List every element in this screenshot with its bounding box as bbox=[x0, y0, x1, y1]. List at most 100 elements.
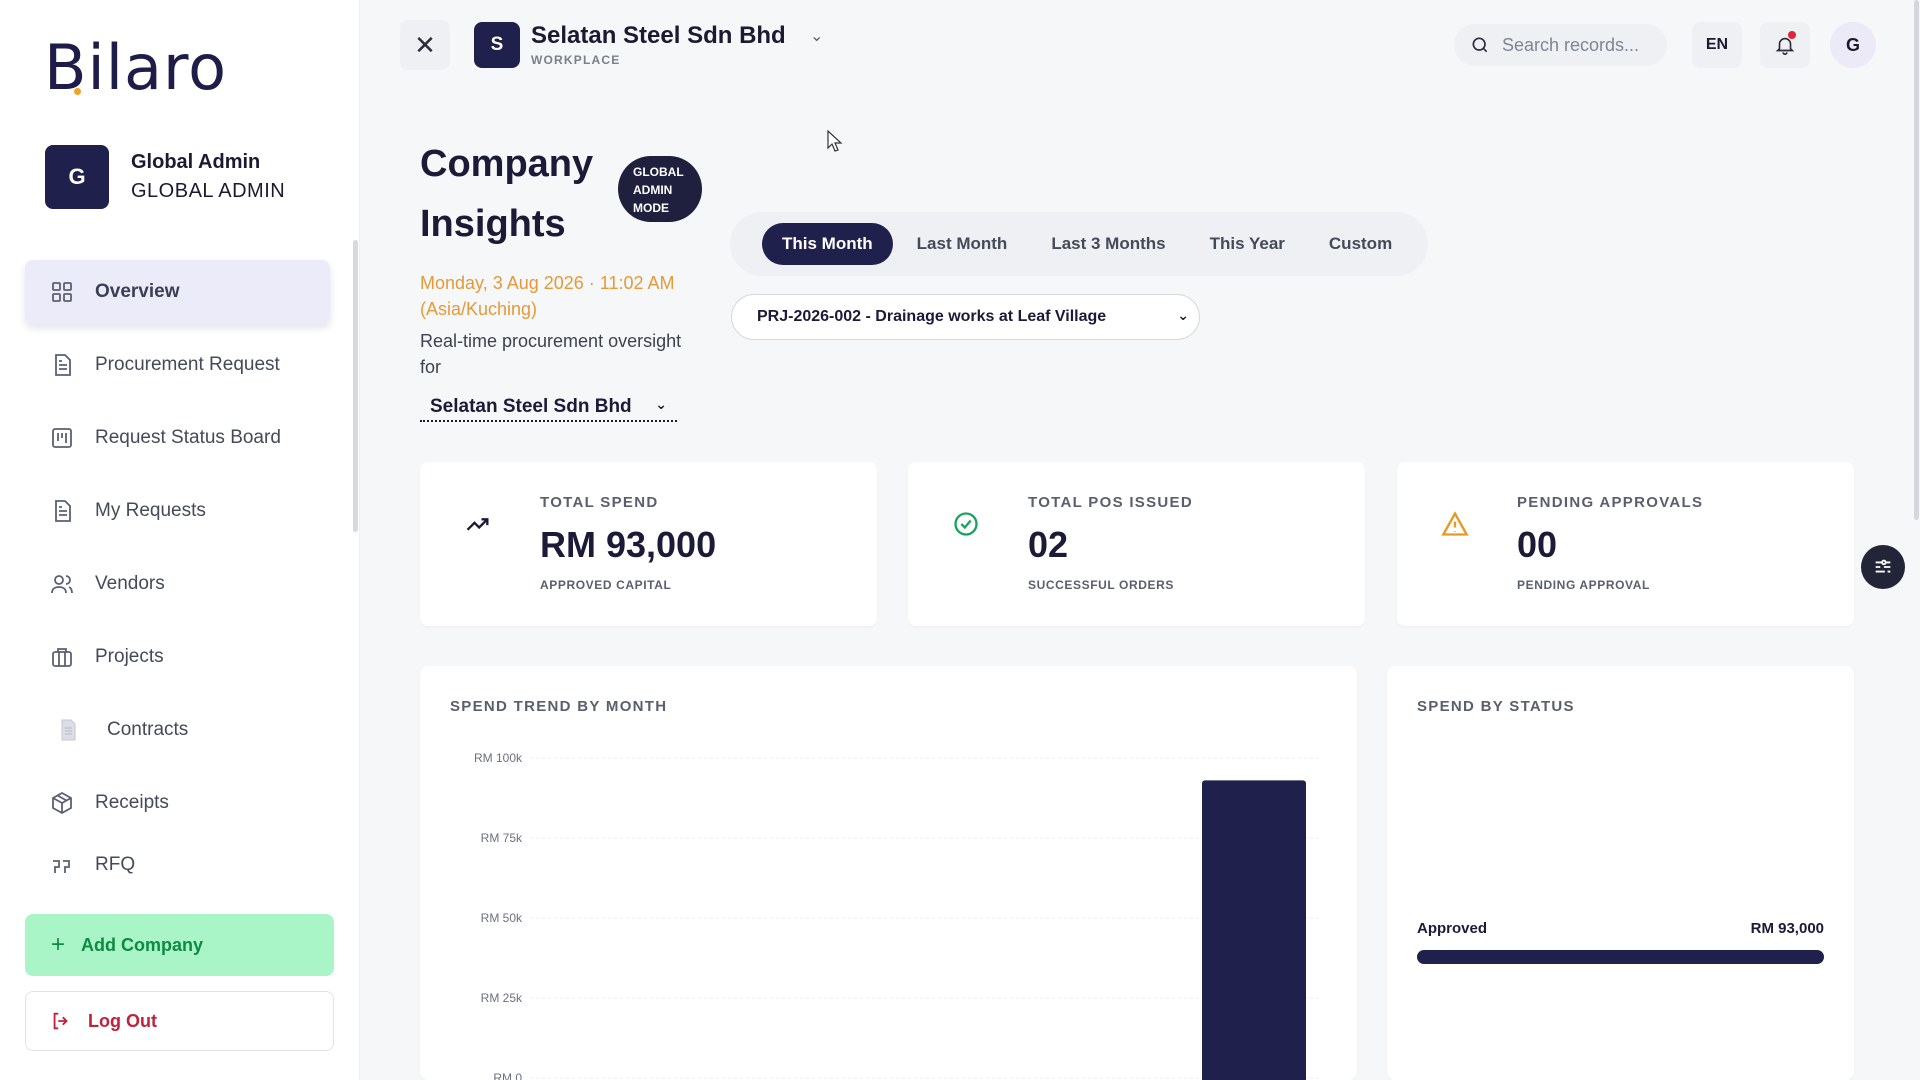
badge-line: MODE bbox=[633, 201, 669, 215]
project-select[interactable]: PRJ-2026-002 - Drainage works at Leaf Vi… bbox=[731, 294, 1200, 340]
sidebar-item-overview[interactable]: Overview bbox=[25, 260, 330, 324]
file-icon bbox=[55, 717, 81, 743]
trend-up-icon bbox=[466, 518, 489, 531]
tab-last-month[interactable]: Last Month bbox=[897, 223, 1028, 265]
profile-name: Global Admin bbox=[131, 151, 261, 173]
profile-avatar: G bbox=[45, 145, 109, 209]
badge-line: ADMIN bbox=[633, 183, 673, 197]
sidebar-item-label: RFQ bbox=[95, 854, 136, 875]
check-circle-icon bbox=[954, 512, 978, 536]
stat-card-pending-approvals: PENDING APPROVALS 00 PENDING APPROVAL bbox=[1397, 462, 1854, 626]
sidebar-item-label: Procurement Request bbox=[95, 354, 280, 375]
stat-value: 02 bbox=[1028, 524, 1069, 565]
sidebar-item-projects[interactable]: Projects bbox=[25, 625, 330, 689]
sidebar-item-request-status-board[interactable]: Request Status Board bbox=[25, 406, 330, 470]
tab-this-month[interactable]: This Month bbox=[762, 223, 893, 265]
logout-button[interactable]: Log Out bbox=[25, 991, 334, 1051]
sidebar-item-my-requests[interactable]: My Requests bbox=[25, 479, 330, 543]
status-progress-bar bbox=[1417, 950, 1824, 964]
add-company-button[interactable]: + Add Company bbox=[25, 914, 334, 976]
kanban-icon bbox=[49, 425, 75, 451]
sidebar-nav: Overview Procurement Request Request Sta… bbox=[25, 260, 330, 889]
stat-subtitle: APPROVED CAPITAL bbox=[540, 578, 672, 592]
sidebar-item-rfq[interactable]: RFQ bbox=[25, 844, 330, 880]
page-description: Real-time procurement oversight for bbox=[420, 331, 682, 377]
user-avatar[interactable]: G bbox=[1830, 22, 1876, 68]
stat-subtitle: PENDING APPROVAL bbox=[1517, 578, 1650, 592]
search-input[interactable]: Search records... bbox=[1454, 24, 1667, 66]
profile-role: GLOBAL ADMIN bbox=[131, 180, 286, 202]
user-profile: G Global Admin GLOBAL ADMIN bbox=[45, 145, 285, 209]
period-tabs: This Month Last Month Last 3 Months This… bbox=[730, 212, 1428, 276]
status-progress-fill bbox=[1417, 950, 1824, 964]
language-button[interactable]: EN bbox=[1692, 22, 1742, 68]
chevron-down-icon: ⌄ bbox=[1177, 307, 1189, 323]
logout-label: Log Out bbox=[88, 1010, 157, 1031]
status-title: SPEND BY STATUS bbox=[1417, 698, 1575, 715]
sidebar-item-label: Vendors bbox=[95, 573, 165, 594]
add-company-label: Add Company bbox=[81, 934, 204, 955]
search-placeholder: Search records... bbox=[1502, 34, 1640, 55]
sidebar-item-label: Receipts bbox=[95, 792, 169, 813]
sidebar-item-label: Contracts bbox=[107, 719, 189, 740]
stat-label: TOTAL POS ISSUED bbox=[1028, 494, 1193, 511]
spend-trend-chart: RM 100k RM 75k RM 50k RM 25k RM 0 bbox=[474, 751, 1322, 1080]
logo-accent-dot bbox=[74, 88, 81, 95]
close-button[interactable]: ✕ bbox=[400, 20, 450, 70]
sidebar-item-vendors[interactable]: Vendors bbox=[25, 552, 330, 616]
status-label: Approved bbox=[1417, 920, 1488, 937]
tab-custom[interactable]: Custom bbox=[1309, 223, 1412, 265]
stat-label: PENDING APPROVALS bbox=[1517, 494, 1704, 511]
sidebar-scrollbar[interactable] bbox=[353, 240, 358, 532]
y-tick-label: RM 100k bbox=[474, 751, 523, 765]
stat-card-total-pos: TOTAL POS ISSUED 02 SUCCESSFUL ORDERS bbox=[908, 462, 1365, 626]
tab-this-year[interactable]: This Year bbox=[1190, 223, 1305, 265]
badge-line: GLOBAL bbox=[633, 165, 684, 179]
sidebar-item-label: My Requests bbox=[95, 500, 206, 521]
y-tick-label: RM 0 bbox=[493, 1071, 522, 1080]
tab-last-3-months[interactable]: Last 3 Months bbox=[1031, 223, 1185, 265]
search-icon bbox=[1472, 37, 1488, 53]
grid-icon bbox=[49, 279, 75, 305]
plus-icon: + bbox=[51, 931, 66, 958]
y-tick-label: RM 75k bbox=[481, 831, 523, 845]
page-title: Company Insights bbox=[420, 143, 594, 245]
notifications-button[interactable] bbox=[1760, 22, 1810, 68]
stat-value: RM 93,000 bbox=[540, 524, 717, 565]
stat-card-total-spend: TOTAL SPEND RM 93,000 APPROVED CAPITAL bbox=[420, 462, 877, 626]
status-row-approved: Approved RM 93,000 bbox=[1417, 920, 1824, 937]
document-icon bbox=[49, 352, 75, 378]
quote-icon bbox=[49, 854, 75, 880]
mouse-cursor-icon bbox=[827, 130, 843, 152]
chevron-down-icon: ⌄ bbox=[655, 396, 667, 412]
workspace-name[interactable]: Selatan Steel Sdn Bhd bbox=[531, 22, 786, 50]
users-icon bbox=[49, 571, 75, 597]
filter-icon bbox=[1875, 559, 1891, 573]
notification-dot bbox=[1788, 31, 1796, 39]
company-select-value: Selatan Steel Sdn Bhd bbox=[430, 396, 632, 417]
sidebar: Bilaro G Global Admin GLOBAL ADMIN Overv… bbox=[0, 0, 360, 1080]
briefcase-icon bbox=[49, 644, 75, 670]
document-icon bbox=[49, 498, 75, 524]
status-value: RM 93,000 bbox=[1750, 920, 1824, 937]
filter-toggle-button[interactable] bbox=[1861, 545, 1905, 589]
logout-icon bbox=[53, 1012, 68, 1030]
current-datetime: Monday, 3 Aug 2026 · 11:02 AM (Asia/Kuch… bbox=[420, 273, 675, 319]
project-select-value: PRJ-2026-002 - Drainage works at Leaf Vi… bbox=[757, 308, 1107, 325]
company-select[interactable]: Selatan Steel Sdn Bhd ⌄ bbox=[420, 396, 677, 422]
sidebar-item-receipts[interactable]: Receipts bbox=[25, 771, 330, 835]
page-scrollbar[interactable] bbox=[1914, 0, 1919, 520]
y-tick-label: RM 50k bbox=[481, 911, 523, 925]
warning-icon bbox=[1441, 511, 1469, 536]
stat-subtitle: SUCCESSFUL ORDERS bbox=[1028, 578, 1174, 592]
brand-logo[interactable]: Bilaro bbox=[44, 31, 228, 104]
workspace-avatar[interactable]: S bbox=[474, 22, 520, 68]
chart-bar[interactable] bbox=[1202, 780, 1306, 1080]
sidebar-item-label: Overview bbox=[95, 281, 180, 302]
sidebar-item-procurement-request[interactable]: Procurement Request bbox=[25, 333, 330, 397]
logo-text: Bilaro bbox=[44, 31, 228, 104]
y-tick-label: RM 25k bbox=[481, 991, 523, 1005]
sidebar-item-contracts[interactable]: Contracts bbox=[25, 698, 330, 762]
chevron-down-icon[interactable]: ⌄ bbox=[810, 26, 823, 46]
sidebar-item-label: Projects bbox=[95, 646, 164, 667]
